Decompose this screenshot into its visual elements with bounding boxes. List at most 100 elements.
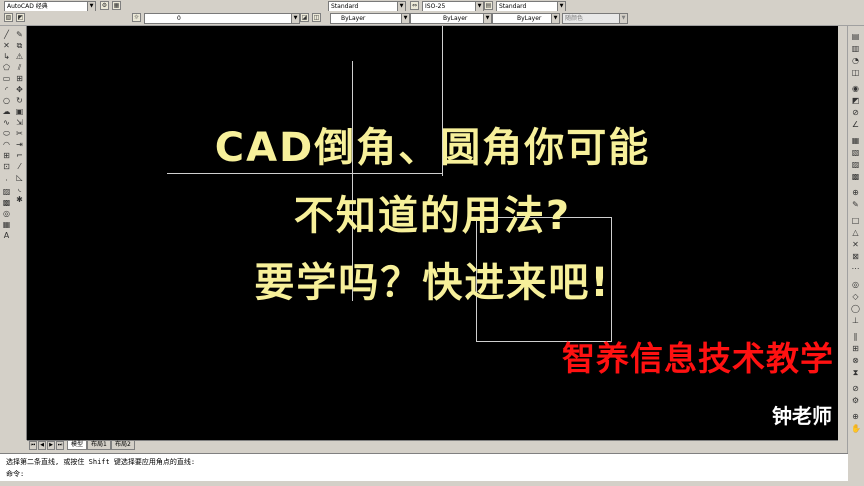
layer-manager-icon[interactable]: ▧ [4,13,13,22]
layer-previous-icon[interactable]: ◫ [312,13,321,22]
arc-icon[interactable]: ◜ [2,85,11,94]
point-icon[interactable]: · [2,176,11,185]
construction-line-icon[interactable]: ✕ [2,41,11,50]
polyline-icon[interactable]: ↳ [2,52,11,61]
osnap-parallel-icon[interactable]: ∥ [851,332,860,341]
dim-style-icon[interactable]: ⇔ [410,1,419,10]
command-prompt[interactable]: 命令: [6,469,24,479]
baseline-icon[interactable]: ▧ [851,148,860,157]
lineweight-value: ByLayer [517,15,542,22]
hatch-icon[interactable]: ▨ [2,187,11,196]
multiline-text-icon[interactable]: A [2,231,11,240]
spline-icon[interactable]: ∿ [2,118,11,127]
osnap-quadrant-icon[interactable]: ◇ [851,292,860,301]
osnap-insert-icon[interactable]: ⊞ [851,344,860,353]
linetype-combo[interactable]: ByLayer ▼ [410,13,492,24]
chevron-down-icon: ▼ [557,2,565,11]
ellipse-icon[interactable]: ⬭ [2,129,11,138]
next-tab-icon[interactable]: ▶ [47,441,55,450]
quick-dimension-icon[interactable]: ▦ [851,136,860,145]
tab-model[interactable]: 模型 [67,441,88,450]
osnap-midpoint-icon[interactable]: △ [851,228,860,237]
tab-layout1[interactable]: 布局1 [87,441,111,450]
osnap-endpoint-icon[interactable]: □ [851,216,860,225]
bulb-icon[interactable]: ☼ [132,13,141,22]
make-block-icon[interactable]: ⊡ [2,162,11,171]
lineweight-combo[interactable]: ByLayer ▼ [492,13,560,24]
revision-cloud-icon[interactable]: ☁ [2,107,11,116]
osnap-extension-icon[interactable]: ⋯ [851,264,860,273]
rotate-icon[interactable]: ↻ [15,96,24,105]
color-combo[interactable]: ByLayer ▼ [330,13,410,24]
osnap-apparent-icon[interactable]: ⊠ [851,252,860,261]
angular-icon[interactable]: ∠ [851,120,860,129]
first-tab-icon[interactable]: ⏮ [29,441,37,450]
pan-icon[interactable]: ✋ [851,424,861,433]
fillet-icon[interactable]: ◟ [15,184,24,193]
osnap-nearest-icon[interactable]: ⧗ [851,368,860,377]
linear-dimension-icon[interactable]: ▤ [851,32,860,41]
cad-line [167,173,443,174]
diameter-icon[interactable]: ⊘ [851,108,860,117]
explode-icon[interactable]: ✱ [15,195,24,204]
scale-icon[interactable]: ▣ [15,107,24,116]
arc-length-icon[interactable]: ◔ [851,56,860,65]
aligned-dimension-icon[interactable]: ▥ [851,44,860,53]
chamfer-icon[interactable]: ◺ [15,173,24,182]
draw-toolbar: ╱ ✕ ↳ ⬠ ▭ ◜ ○ ☁ ∿ ⬭ ◠ ⊞ ⊡ · ▨ ▩ ◎ ▦ A [0,26,15,440]
osnap-intersection-icon[interactable]: ✕ [851,240,860,249]
ellipse-arc-icon[interactable]: ◠ [2,140,11,149]
array-icon[interactable]: ⊞ [15,74,24,83]
ordinate-icon[interactable]: ◫ [851,68,860,77]
table-icon[interactable]: ▦ [2,220,11,229]
layers-toolbar: ▧ ◩ ☼ 0 ▼ ◪ ◫ ByLayer ▼ ByLayer ▼ ByLaye… [0,11,864,26]
circle-icon[interactable]: ○ [2,96,11,105]
stretch-icon[interactable]: ⇲ [15,118,24,127]
gradient-icon[interactable]: ▩ [2,198,11,207]
join-icon[interactable]: ⁄ [15,162,24,171]
osnap-settings-icon[interactable]: ⚙ [851,396,860,405]
layer-state-icon[interactable]: ◩ [16,13,25,22]
copy-icon[interactable]: ⧉ [15,41,24,50]
drawing-canvas[interactable]: CAD倒角、圆角你可能 不知道的用法? 要学吗？快进来吧! 智养信息技术教学 钟… [27,26,838,440]
mirror-icon[interactable]: ⚠ [15,52,24,61]
offset-icon[interactable]: ⫽ [15,63,24,72]
plot-style-value: 随颜色 [565,15,584,22]
workspace-value: AutoCAD 经典 [7,3,48,10]
zoom-icon[interactable]: ⊕ [851,412,860,421]
osnap-none-icon[interactable]: ⊘ [851,384,860,393]
make-current-layer-icon[interactable]: ◪ [300,13,309,22]
region-icon[interactable]: ◎ [2,209,11,218]
trim-icon[interactable]: ✂ [15,129,24,138]
tolerance-icon[interactable]: ▩ [851,172,860,181]
radius-icon[interactable]: ◉ [851,84,860,93]
continue-icon[interactable]: ▨ [851,160,860,169]
command-window[interactable]: 选择第二条直线, 或按住 Shift 键选择要应用角点的直线: 命令: [0,453,848,482]
tab-layout2[interactable]: 布局2 [111,441,135,450]
gear-icon[interactable]: ⚙ [100,1,109,10]
osnap-node-icon[interactable]: ⊗ [851,356,860,365]
osnap-tangent-icon[interactable]: ◯ [851,304,860,313]
extend-icon[interactable]: ⇥ [15,140,24,149]
plot-style-combo[interactable]: 随颜色 ▼ [562,13,628,24]
layer-combo[interactable]: 0 ▼ [144,13,300,24]
workspace-icon[interactable]: ▦ [112,1,121,10]
chevron-down-icon: ▼ [397,2,405,11]
table-style-icon[interactable]: ▤ [484,1,493,10]
line-icon[interactable]: ╱ [2,30,11,39]
center-mark-icon[interactable]: ⊕ [851,188,860,197]
dimension-edit-icon[interactable]: ✎ [851,200,860,209]
last-tab-icon[interactable]: ⏭ [56,441,64,450]
erase-icon[interactable]: ✎ [15,30,24,39]
jogged-icon[interactable]: ◩ [851,96,860,105]
rectangle-icon[interactable]: ▭ [2,74,11,83]
insert-block-icon[interactable]: ⊞ [2,151,11,160]
osnap-perpendicular-icon[interactable]: ⊥ [851,316,860,325]
move-icon[interactable]: ✥ [15,85,24,94]
break-icon[interactable]: ⌐ [15,151,24,160]
osnap-center-icon[interactable]: ◎ [851,280,860,289]
text-style-value: Standard [331,3,359,10]
prev-tab-icon[interactable]: ◀ [38,441,46,450]
chevron-down-icon: ▼ [475,2,483,11]
polygon-icon[interactable]: ⬠ [2,63,11,72]
